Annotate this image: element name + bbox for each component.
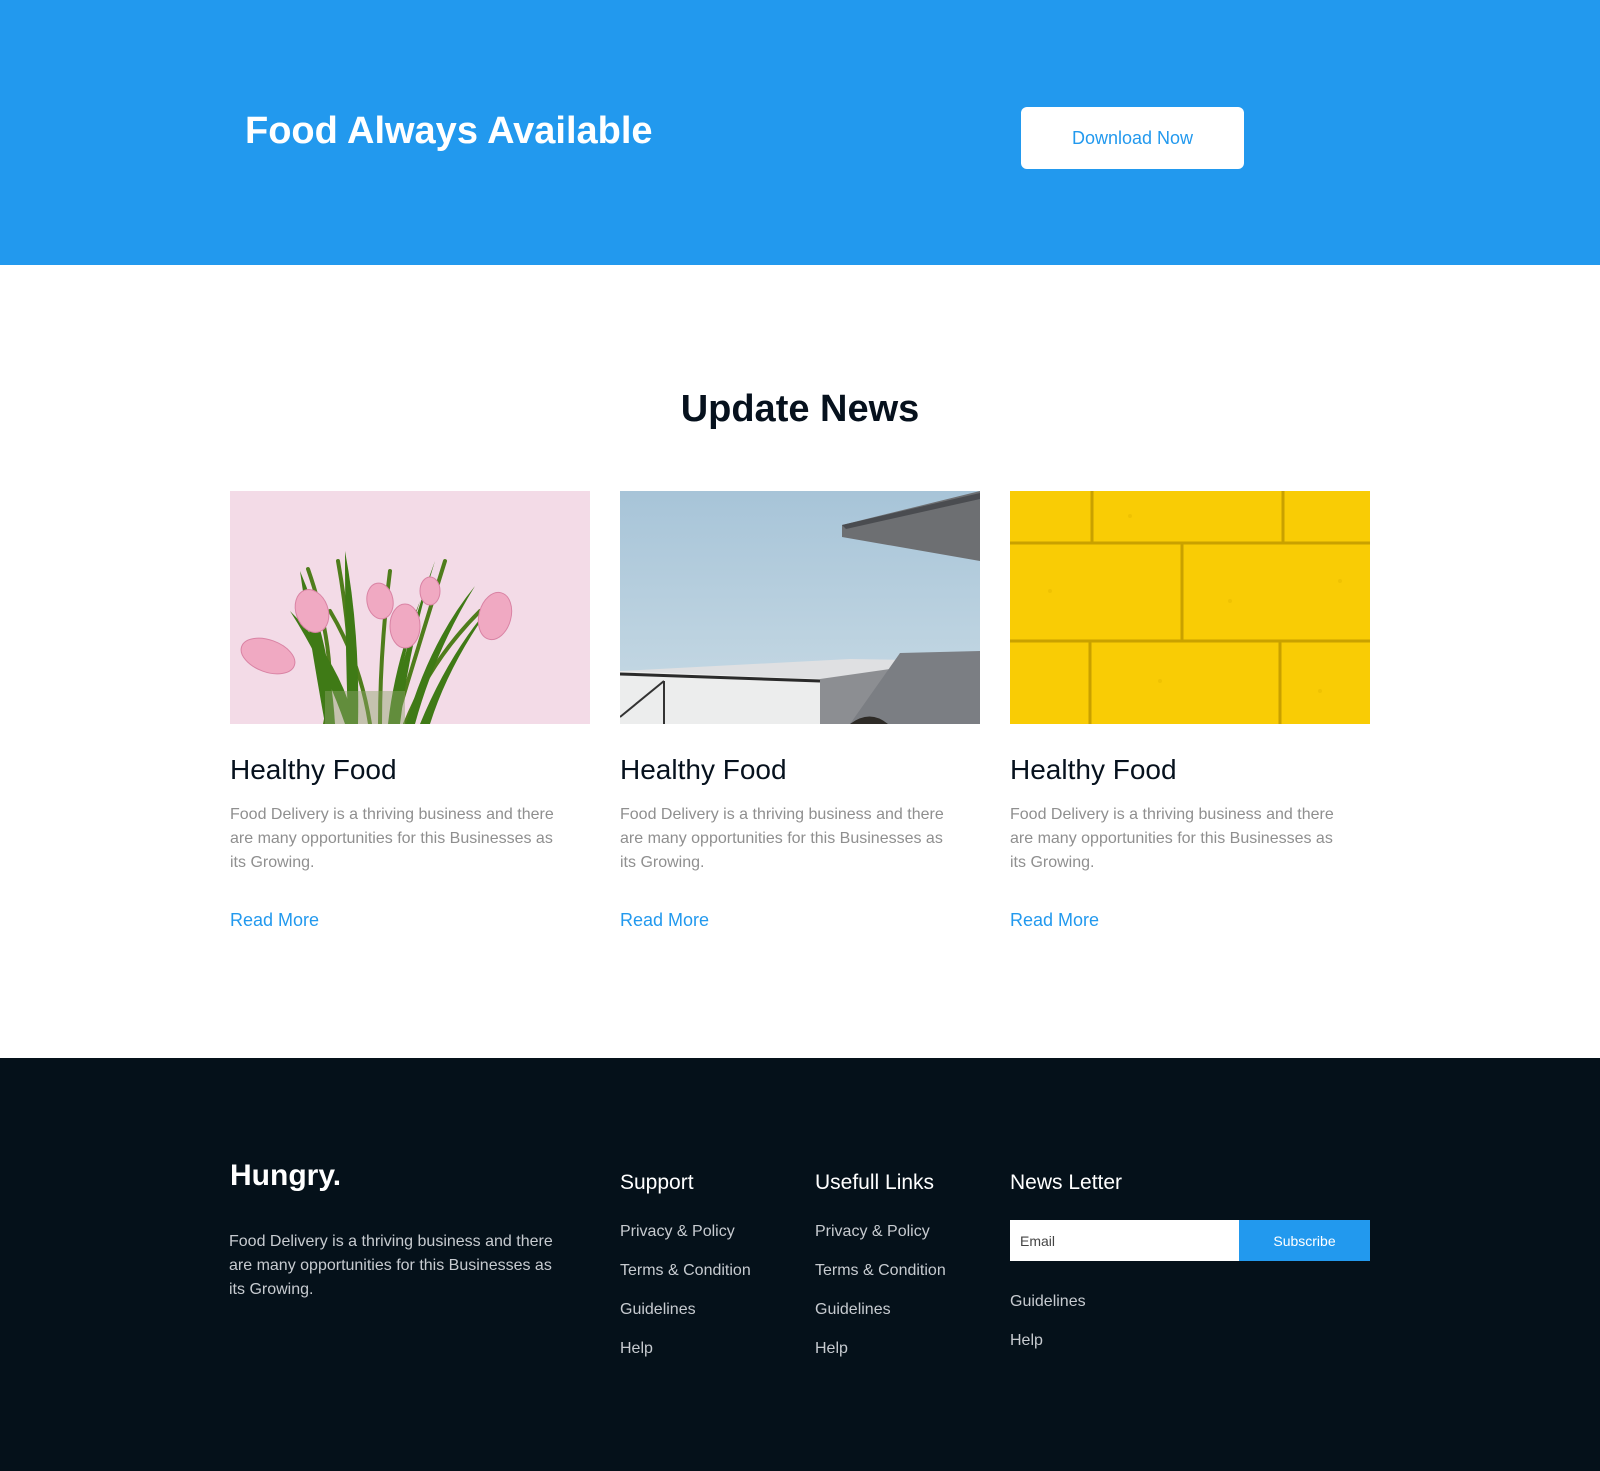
card-description: Food Delivery is a thriving business and…	[620, 806, 944, 871]
brand-logo[interactable]: Hungry.	[230, 1158, 341, 1194]
building-sky-image	[620, 491, 980, 724]
newsletter-column: News Letter Subscribe Guidelines Help	[1010, 1170, 1370, 1351]
support-link-terms[interactable]: Terms & Condition	[620, 1261, 751, 1281]
card-title: Healthy Food	[1010, 754, 1177, 785]
read-more-link[interactable]: Read More	[620, 909, 709, 931]
support-heading: Support	[620, 1171, 694, 1194]
footer-about-text: Food Delivery is a thriving business and…	[229, 1233, 553, 1298]
support-column: Support Privacy & Policy Terms & Conditi…	[620, 1170, 751, 1359]
useful-link-terms[interactable]: Terms & Condition	[815, 1261, 946, 1281]
useful-link-guidelines[interactable]: Guidelines	[815, 1300, 946, 1320]
card-description: Food Delivery is a thriving business and…	[230, 806, 554, 871]
site-footer: Hungry. Food Delivery is a thriving busi…	[0, 1058, 1600, 1471]
news-card: Healthy Food Food Delivery is a thriving…	[620, 491, 980, 931]
email-input[interactable]	[1010, 1220, 1239, 1261]
support-links: Privacy & Policy Terms & Condition Guide…	[620, 1222, 751, 1359]
read-more-link[interactable]: Read More	[1010, 909, 1099, 931]
yellow-brick-wall-image	[1010, 491, 1370, 724]
useful-link-privacy[interactable]: Privacy & Policy	[815, 1222, 946, 1242]
newsletter-form: Subscribe	[1010, 1220, 1370, 1261]
card-title: Healthy Food	[230, 754, 397, 785]
newsletter-link-guidelines[interactable]: Guidelines	[1010, 1292, 1370, 1312]
news-card: Healthy Food Food Delivery is a thriving…	[1010, 491, 1370, 931]
support-link-privacy[interactable]: Privacy & Policy	[620, 1222, 751, 1242]
subscribe-button[interactable]: Subscribe	[1239, 1220, 1370, 1261]
card-title: Healthy Food	[620, 754, 787, 785]
useful-links-column: Usefull Links Privacy & Policy Terms & C…	[815, 1170, 946, 1359]
newsletter-heading: News Letter	[1010, 1171, 1123, 1194]
useful-links-heading: Usefull Links	[815, 1171, 935, 1194]
newsletter-link-help[interactable]: Help	[1010, 1331, 1370, 1351]
card-description: Food Delivery is a thriving business and…	[1010, 806, 1334, 871]
hero-title: Food Always Available	[245, 110, 653, 152]
useful-link-help[interactable]: Help	[815, 1339, 946, 1359]
support-link-help[interactable]: Help	[620, 1339, 751, 1359]
support-link-guidelines[interactable]: Guidelines	[620, 1300, 751, 1320]
hero-banner: Food Always Available Download Now	[0, 0, 1600, 265]
newsletter-links: Guidelines Help	[1010, 1292, 1370, 1351]
news-card: Healthy Food Food Delivery is a thriving…	[230, 491, 590, 931]
read-more-link[interactable]: Read More	[230, 909, 319, 931]
download-now-button[interactable]: Download Now	[1021, 107, 1244, 169]
pink-tulips-image	[230, 491, 590, 724]
section-title: Update News	[680, 388, 920, 430]
useful-links: Privacy & Policy Terms & Condition Guide…	[815, 1222, 946, 1359]
